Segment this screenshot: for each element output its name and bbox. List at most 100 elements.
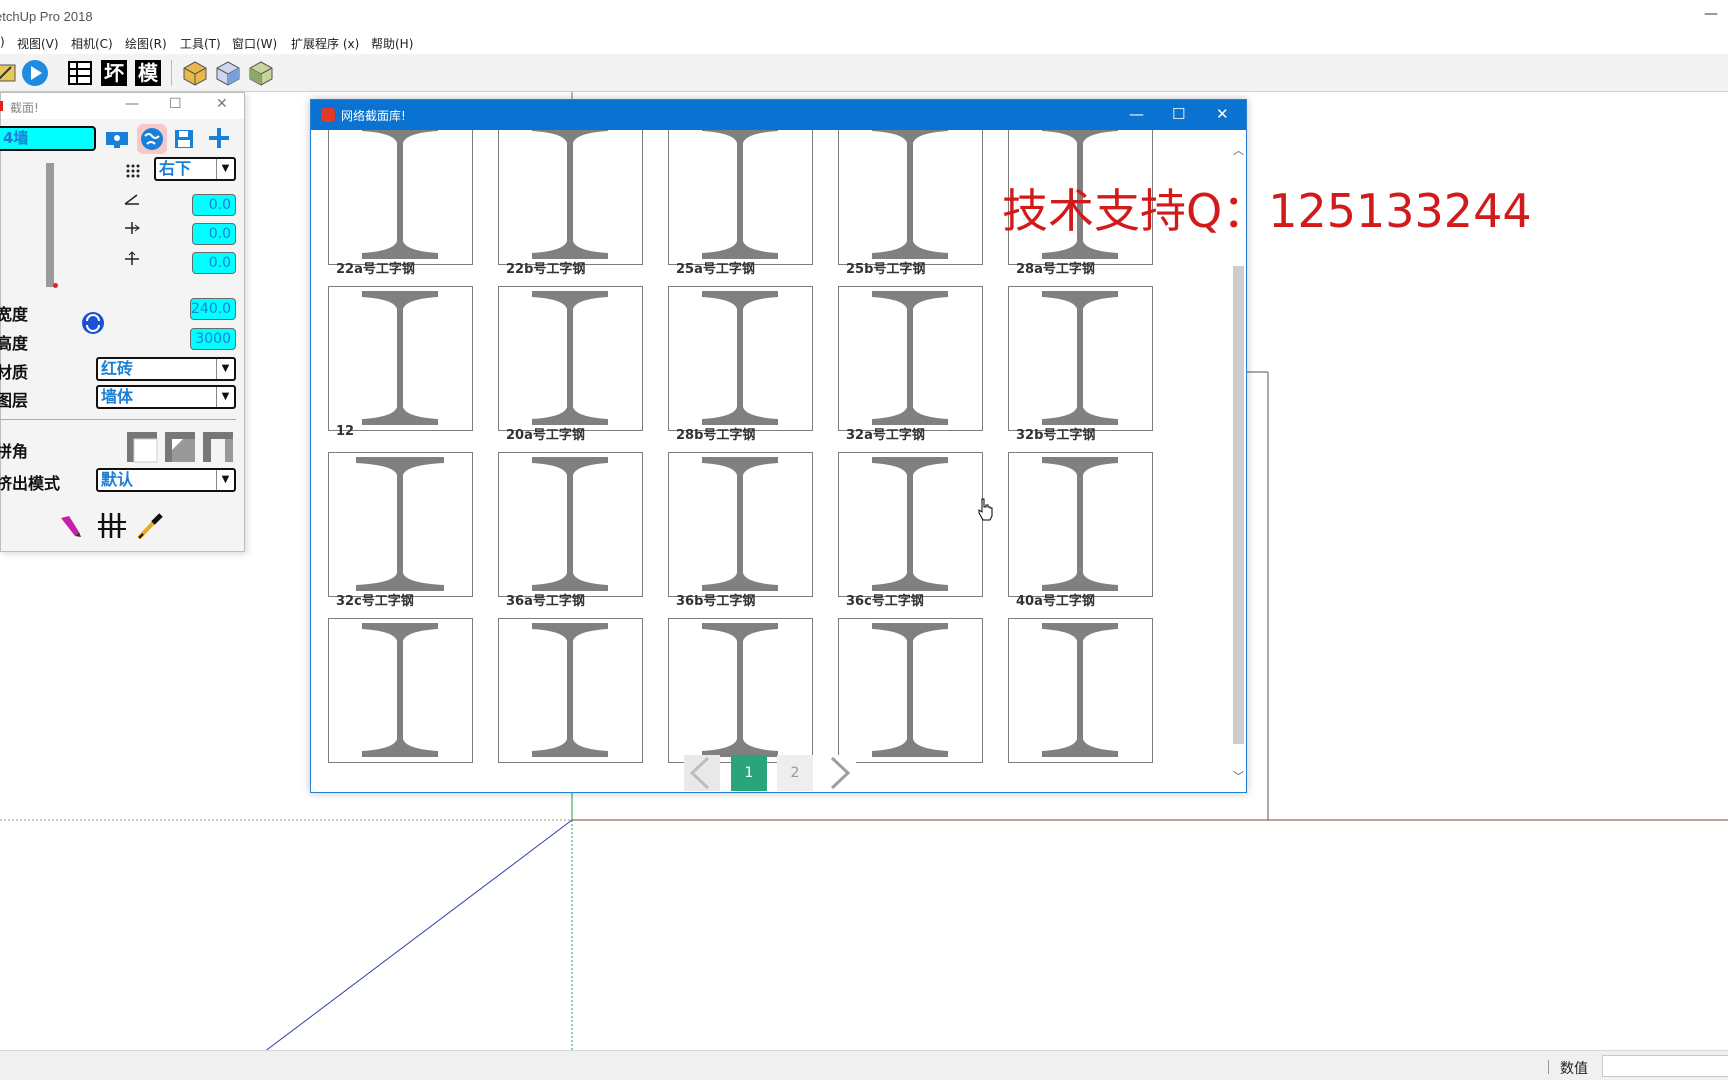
panel-minimize-button[interactable]: — xyxy=(125,96,139,112)
globe-icon[interactable] xyxy=(137,124,167,154)
section-thumbnail[interactable] xyxy=(328,618,473,763)
section-item-label: 22b号工字钢 xyxy=(506,262,586,277)
chevron-down-icon: ▼ xyxy=(216,470,234,490)
offset-x-input[interactable]: 0.0 xyxy=(192,223,236,245)
angle-icon xyxy=(123,191,141,205)
section-item-label: 28b号工字钢 xyxy=(676,428,756,443)
menu-bar: ) 视图(V) 相机(C) 绘图(R) 工具(T) 窗口(W) 扩展程序 (x)… xyxy=(0,32,1728,54)
width-label: 宽度 xyxy=(0,305,29,324)
dialog-minimize-button[interactable]: — xyxy=(1129,105,1144,123)
page-1-button[interactable]: 1 xyxy=(731,755,767,791)
menu-item-extensions[interactable]: 扩展程序 (x) xyxy=(291,35,359,52)
chevron-down-icon: ▼ xyxy=(216,387,234,407)
section-thumbnail[interactable] xyxy=(1008,286,1153,431)
prev-page-button[interactable] xyxy=(684,755,720,791)
dialog-title: 网络截面库! xyxy=(341,109,406,123)
section-item-label: 36b号工字钢 xyxy=(676,594,756,609)
height-input[interactable]: 3000 xyxy=(190,328,236,350)
paint-brush-icon[interactable] xyxy=(57,512,83,538)
section-thumbnail[interactable] xyxy=(1008,618,1153,763)
grid-lines-icon[interactable] xyxy=(97,511,127,539)
section-item-label: 20a号工字钢 xyxy=(506,428,585,443)
section-item-label: 25a号工字钢 xyxy=(676,262,755,277)
menu-item-window[interactable]: 窗口(W) xyxy=(232,35,277,52)
slider-handle[interactable] xyxy=(53,283,58,288)
extrude-mode-label: 挤出模式 xyxy=(0,474,61,493)
section-panel: 截面! — ☐ ✕ 4墙 右下 ▼ 0.0 0.0 0.0 宽度 240.0 高… xyxy=(0,92,245,552)
section-thumbnail[interactable] xyxy=(838,452,983,597)
panel-maximize-button[interactable]: ☐ xyxy=(169,96,182,112)
section-thumbnail[interactable] xyxy=(328,286,473,431)
menu-item-camera[interactable]: 相机(C) xyxy=(71,35,113,52)
i-beam-shape xyxy=(872,457,948,591)
section-item-label: 32a号工字钢 xyxy=(846,428,925,443)
model-char-icon[interactable]: 模 xyxy=(133,58,163,88)
material-select[interactable]: 红砖 ▼ xyxy=(96,357,236,381)
monitor-icon[interactable] xyxy=(105,128,129,150)
section-thumbnail[interactable] xyxy=(498,618,643,763)
dialog-titlebar: 网络截面库! — ☐ ✕ xyxy=(311,100,1246,130)
section-thumbnail[interactable] xyxy=(838,618,983,763)
swap-icon[interactable] xyxy=(81,311,105,335)
extrude-mode-select[interactable]: 默认 ▼ xyxy=(96,468,236,492)
corner-style-2-icon[interactable] xyxy=(163,430,197,464)
box-green-icon[interactable] xyxy=(246,58,276,88)
section-item-label: 28a号工字钢 xyxy=(1016,262,1095,277)
box-blue-icon[interactable] xyxy=(213,58,243,88)
i-beam-shape xyxy=(872,291,948,425)
i-beam-shape xyxy=(362,130,438,259)
layer-select[interactable]: 墙体 ▼ xyxy=(96,385,236,409)
panel-close-button[interactable]: ✕ xyxy=(216,96,228,112)
add-icon[interactable] xyxy=(207,126,231,150)
play-icon[interactable] xyxy=(20,58,50,88)
width-input[interactable]: 240.0 xyxy=(190,298,236,320)
scroll-up-icon[interactable]: ︿ xyxy=(1233,142,1244,158)
box-yellow-icon[interactable] xyxy=(180,58,210,88)
section-thumbnail[interactable] xyxy=(668,130,813,265)
dialog-close-button[interactable]: ✕ xyxy=(1216,105,1229,123)
section-thumbnail[interactable] xyxy=(838,130,983,265)
height-label: 高度 xyxy=(0,334,29,353)
section-thumbnail[interactable] xyxy=(328,130,473,265)
save-icon[interactable] xyxy=(173,128,195,150)
section-thumbnail[interactable] xyxy=(498,452,643,597)
section-panel-title: 截面! xyxy=(10,101,39,115)
section-thumbnail[interactable] xyxy=(1008,452,1153,597)
chevron-down-icon: ▼ xyxy=(216,159,234,179)
menu-item-tools[interactable]: 工具(T) xyxy=(180,35,221,52)
ruler-icon[interactable] xyxy=(0,58,20,88)
minimize-button[interactable]: — xyxy=(1704,6,1718,22)
dialog-maximize-button[interactable]: ☐ xyxy=(1172,105,1185,123)
offset-y-input[interactable]: 0.0 xyxy=(192,252,236,274)
section-item-label: 32b号工字钢 xyxy=(1016,428,1096,443)
bad-char-label: 坏 xyxy=(101,60,127,86)
anchor-select[interactable]: 右下 ▼ xyxy=(154,157,236,181)
page-2-button[interactable]: 2 xyxy=(777,755,813,791)
corner-style-3-icon[interactable] xyxy=(201,430,235,464)
section-name-input[interactable]: 4墙 xyxy=(0,126,96,151)
section-thumbnail[interactable] xyxy=(668,452,813,597)
angle-input[interactable]: 0.0 xyxy=(192,194,236,216)
section-thumbnail[interactable] xyxy=(328,452,473,597)
section-thumbnail[interactable] xyxy=(498,286,643,431)
menu-item-view[interactable]: 视图(V) xyxy=(17,35,59,52)
menu-item-help[interactable]: 帮助(H) xyxy=(371,35,413,52)
menu-item-draw[interactable]: 绘图(R) xyxy=(125,35,167,52)
panel-divider xyxy=(1,419,236,420)
i-beam-shape xyxy=(702,457,778,591)
section-thumbnail[interactable] xyxy=(668,618,813,763)
eyedropper-icon[interactable] xyxy=(135,511,165,541)
scroll-down-icon[interactable]: ﹀ xyxy=(1233,768,1244,784)
scroll-thumb[interactable] xyxy=(1233,266,1244,744)
grid-table-icon[interactable] xyxy=(65,58,95,88)
value-input[interactable] xyxy=(1602,1055,1728,1077)
section-thumbnail[interactable] xyxy=(668,286,813,431)
corner-style-1-icon[interactable] xyxy=(125,430,159,464)
bad-char-icon[interactable]: 坏 xyxy=(99,58,129,88)
section-thumbnail[interactable] xyxy=(838,286,983,431)
section-thumbnail[interactable] xyxy=(498,130,643,265)
menu-item-edit[interactable]: ) xyxy=(0,35,5,49)
height-slider[interactable] xyxy=(46,163,54,287)
next-page-button[interactable] xyxy=(820,755,856,791)
i-beam-shape xyxy=(1042,291,1118,425)
